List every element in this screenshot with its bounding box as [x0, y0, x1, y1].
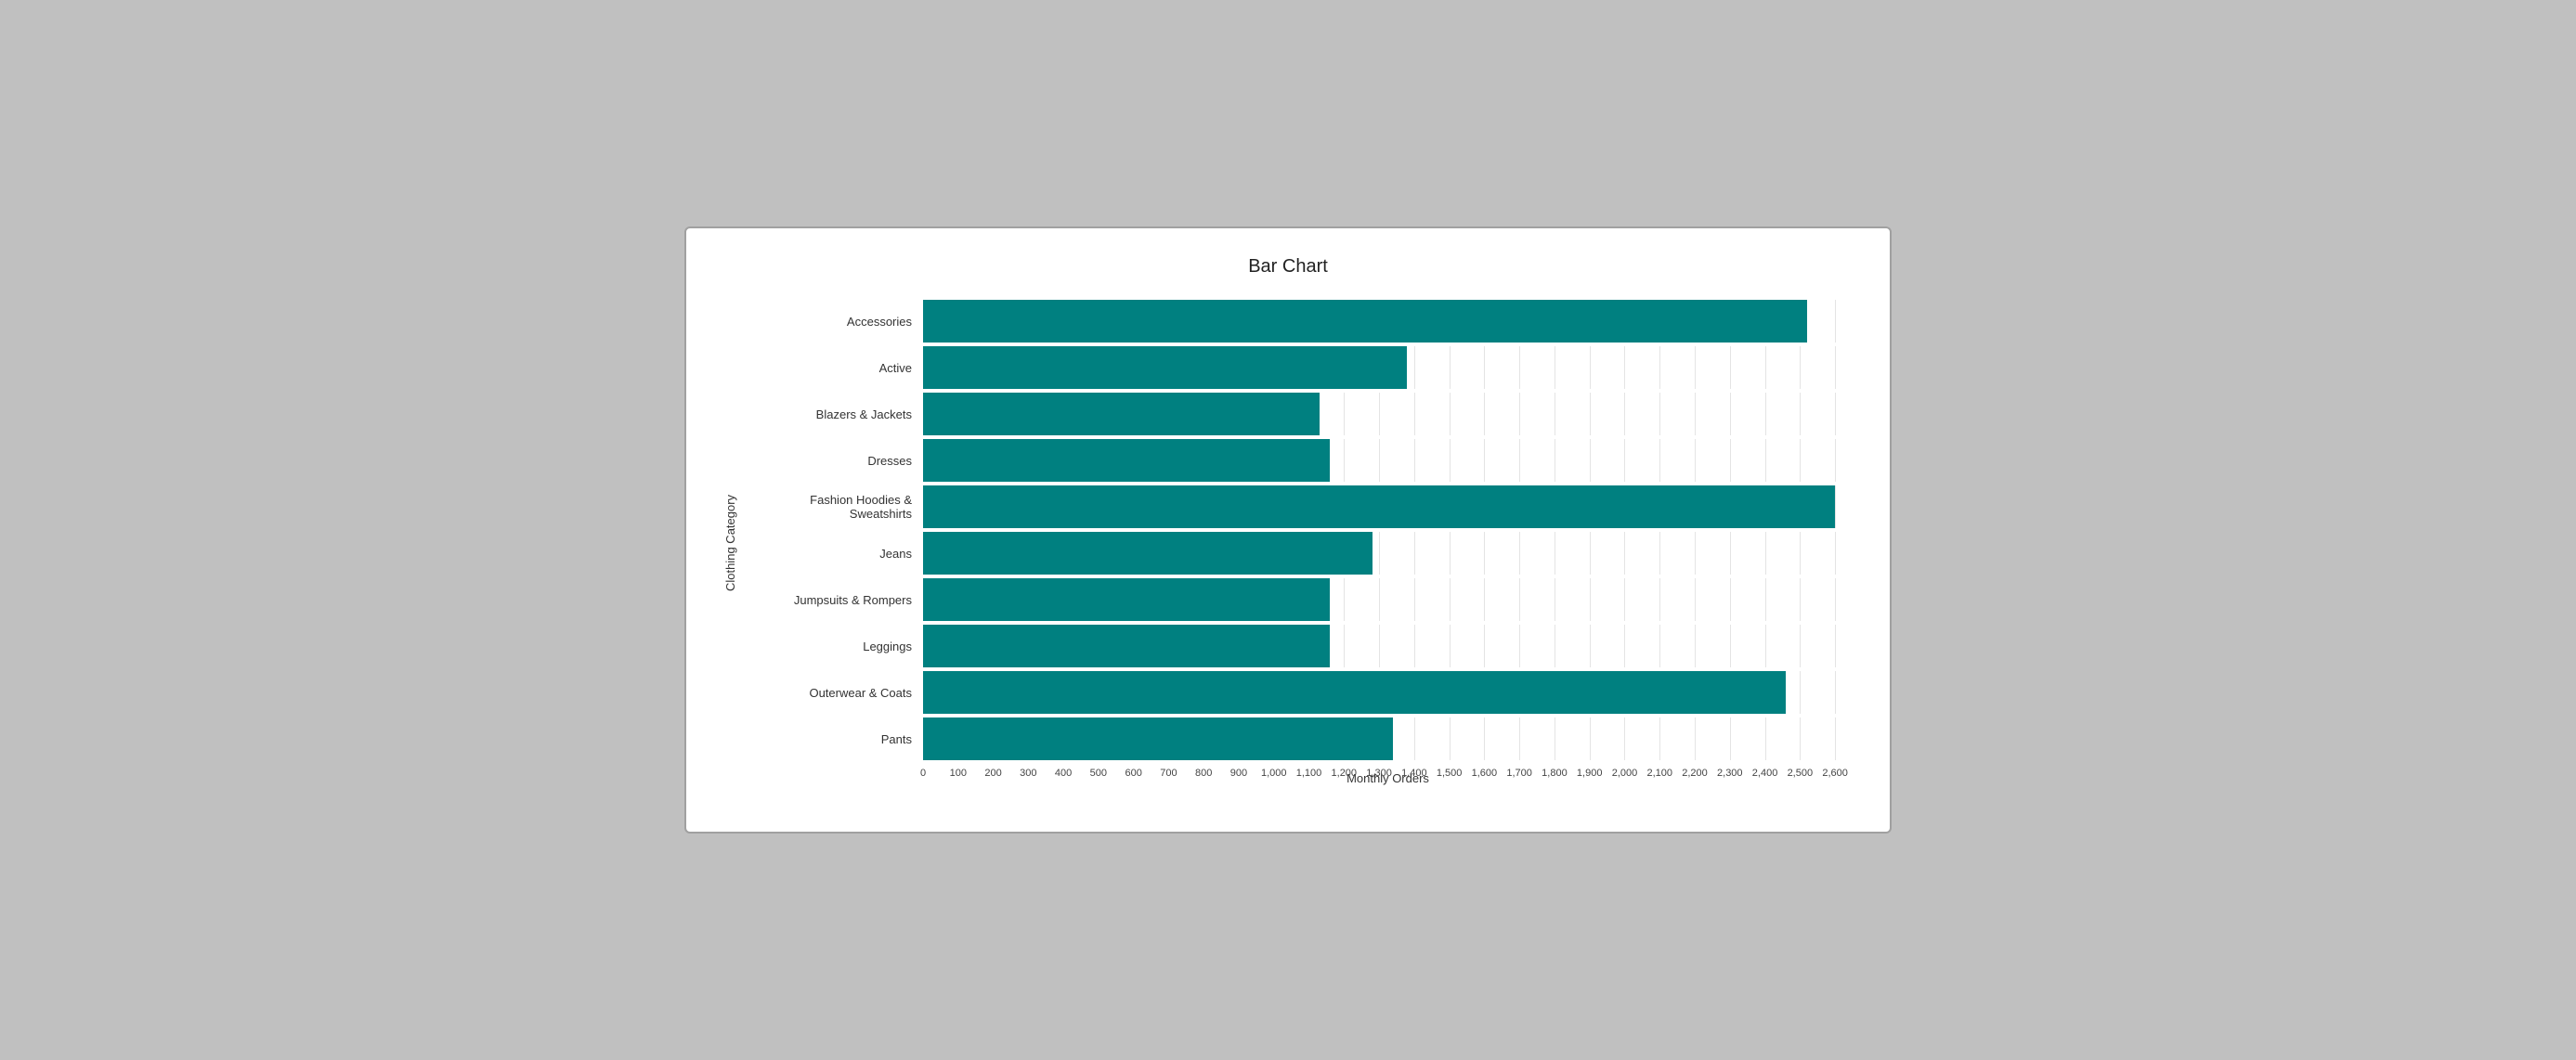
x-tick-label: 400	[1055, 768, 1072, 779]
x-tick-label: 200	[984, 768, 1001, 779]
x-tick-label: 1,900	[1577, 768, 1603, 779]
bar-row: Jumpsuits & Rompers	[747, 578, 1853, 621]
x-tick-label: 1,000	[1261, 768, 1287, 779]
chart-inner: Accessories Active Blazers & Jackets Dresse…	[747, 300, 1853, 785]
bar-track	[923, 671, 1853, 714]
x-tick-label: 2,000	[1612, 768, 1638, 779]
x-tick-label: 500	[1090, 768, 1107, 779]
bar-category-label: Fashion Hoodies & Sweatshirts	[747, 493, 923, 521]
bar-row: Dresses	[747, 439, 1853, 482]
bar-category-label: Accessories	[747, 315, 923, 329]
bar-row: Pants	[747, 717, 1853, 760]
bar-row: Accessories	[747, 300, 1853, 343]
x-tick-label: 2,600	[1822, 768, 1848, 779]
x-tick-label: 0	[920, 768, 926, 779]
bar-track	[923, 346, 1853, 389]
x-tick-label: 1,100	[1296, 768, 1322, 779]
bar-fill	[923, 485, 1835, 528]
x-tick-label: 1,600	[1472, 768, 1498, 779]
bar-category-label: Leggings	[747, 640, 923, 653]
x-tick-label: 2,500	[1788, 768, 1814, 779]
x-tick-label: 1,800	[1542, 768, 1568, 779]
bar-fill	[923, 578, 1330, 621]
bar-category-label: Pants	[747, 732, 923, 746]
bar-category-label: Dresses	[747, 454, 923, 468]
x-tick-label: 2,400	[1752, 768, 1778, 779]
bar-row: Leggings	[747, 625, 1853, 667]
bar-track	[923, 300, 1853, 343]
bar-category-label: Outerwear & Coats	[747, 686, 923, 700]
bar-category-label: Jeans	[747, 547, 923, 561]
bar-category-label: Blazers & Jackets	[747, 407, 923, 421]
bar-track	[923, 625, 1853, 667]
bar-row: Fashion Hoodies & Sweatshirts	[747, 485, 1853, 528]
bar-row: Jeans	[747, 532, 1853, 575]
bar-track	[923, 578, 1853, 621]
x-tick-label: 900	[1230, 768, 1247, 779]
bar-track	[923, 439, 1853, 482]
x-tick-label: 2,200	[1682, 768, 1708, 779]
x-tick-label: 600	[1125, 768, 1141, 779]
bar-rows: Accessories Active Blazers & Jackets Dresse…	[747, 300, 1853, 760]
chart-title: Bar Chart	[723, 256, 1853, 278]
bar-track	[923, 717, 1853, 760]
bar-category-label: Active	[747, 361, 923, 375]
y-axis-label: Clothing Category	[723, 300, 737, 785]
bar-fill	[923, 671, 1786, 714]
x-tick-label: 300	[1020, 768, 1036, 779]
bar-row: Active	[747, 346, 1853, 389]
bar-row: Outerwear & Coats	[747, 671, 1853, 714]
x-tick-label: 1,300	[1366, 768, 1392, 779]
bar-fill	[923, 625, 1330, 667]
x-tick-label: 1,500	[1437, 768, 1463, 779]
bar-track	[923, 532, 1853, 575]
x-tick-label: 1,400	[1401, 768, 1427, 779]
x-tick-label: 2,300	[1717, 768, 1743, 779]
bar-fill	[923, 300, 1807, 343]
bar-fill	[923, 393, 1320, 435]
x-tick-label: 800	[1195, 768, 1212, 779]
bar-track	[923, 485, 1853, 528]
bar-track	[923, 393, 1853, 435]
bar-fill	[923, 346, 1407, 389]
bar-category-label: Jumpsuits & Rompers	[747, 593, 923, 607]
x-tick-label: 1,700	[1506, 768, 1532, 779]
bar-fill	[923, 439, 1330, 482]
x-tick-label: 700	[1160, 768, 1177, 779]
chart-container: Bar Chart Clothing Category AccessoriesA…	[684, 226, 1892, 834]
bar-fill	[923, 717, 1393, 760]
x-tick-label: 100	[950, 768, 967, 779]
x-tick-label: 1,200	[1332, 768, 1358, 779]
x-tick-label: 2,100	[1646, 768, 1672, 779]
bar-row: Blazers & Jackets	[747, 393, 1853, 435]
bar-fill	[923, 532, 1373, 575]
